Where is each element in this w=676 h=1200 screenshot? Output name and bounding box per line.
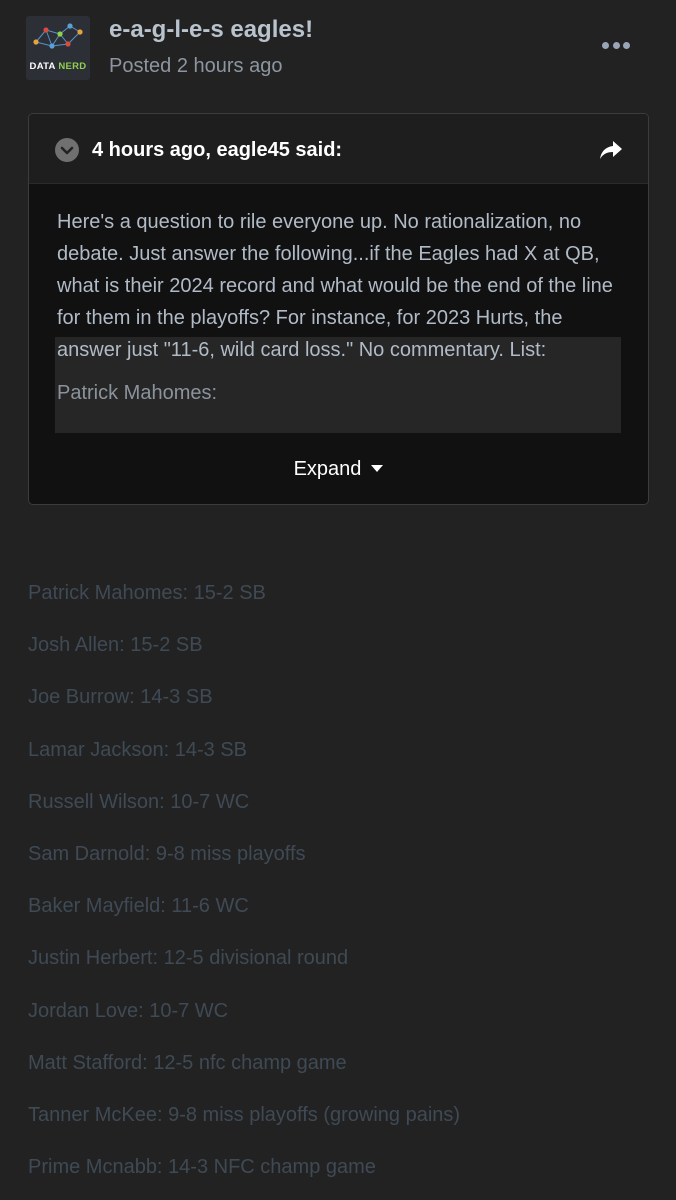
post-header: DATA NERD e-a-g-l-e-s eagles! Posted 2 h… bbox=[26, 16, 650, 82]
author-name[interactable]: e-a-g-l-e-s eagles! bbox=[109, 16, 313, 44]
list-item: Matt Stafford: 12-5 nfc champ game bbox=[28, 1051, 347, 1074]
expand-button[interactable]: Expand bbox=[29, 454, 648, 484]
quote-text-continued: Patrick Mahomes: bbox=[57, 382, 218, 404]
quote-text: Here's a question to rile everyone up. N… bbox=[57, 211, 613, 361]
expand-label: Expand bbox=[293, 457, 362, 480]
more-options-button[interactable] bbox=[602, 36, 630, 54]
avatar-word-2: NERD bbox=[58, 61, 87, 72]
quote-citation[interactable]: 4 hours ago, eagle45 said: bbox=[92, 139, 342, 162]
ellipsis-icon bbox=[602, 41, 609, 49]
list-item: Tanner McKee: 9-8 miss playoffs (growing… bbox=[28, 1103, 461, 1126]
list-item: Patrick Mahomes: 15-2 SB bbox=[28, 582, 266, 604]
avatar-word-1: DATA bbox=[29, 61, 56, 72]
list-item: Justin Herbert: 12-5 divisional round bbox=[28, 947, 349, 970]
caret-down-icon bbox=[371, 465, 384, 472]
share-arrow-icon[interactable] bbox=[598, 138, 624, 162]
quote-block: 4 hours ago, eagle45 said: Here's a ques… bbox=[28, 113, 649, 505]
list-item: Prime Mcnabb: 14-3 NFC champ game bbox=[28, 1156, 376, 1179]
quote-header: 4 hours ago, eagle45 said: bbox=[29, 114, 648, 184]
list-item: Josh Allen: 15-2 SB bbox=[28, 634, 203, 657]
list-item: Baker Mayfield: 11-6 WC bbox=[28, 895, 249, 918]
quote-body: Here's a question to rile everyone up. N… bbox=[57, 206, 623, 366]
chevron-down-circle-icon[interactable] bbox=[55, 138, 79, 162]
avatar[interactable]: DATA NERD bbox=[26, 16, 90, 80]
list-item: Lamar Jackson: 14-3 SB bbox=[28, 738, 247, 761]
list-item: Sam Darnold: 9-8 miss playoffs bbox=[28, 842, 306, 865]
list-item: Russell Wilson: 10-7 WC bbox=[28, 790, 250, 813]
avatar-label: DATA NERD bbox=[26, 61, 90, 72]
list-item: Jordan Love: 10-7 WC bbox=[28, 999, 229, 1022]
list-item: Joe Burrow: 14-3 SB bbox=[28, 686, 213, 709]
forum-post: DATA NERD e-a-g-l-e-s eagles! Posted 2 h… bbox=[0, 0, 676, 1200]
ellipsis-icon bbox=[612, 41, 620, 49]
ellipsis-icon bbox=[623, 41, 630, 49]
post-timestamp: Posted 2 hours ago bbox=[109, 55, 283, 77]
qb-prediction-list: Patrick Mahomes: 15-2 SB Josh Allen: 15-… bbox=[28, 582, 648, 1200]
